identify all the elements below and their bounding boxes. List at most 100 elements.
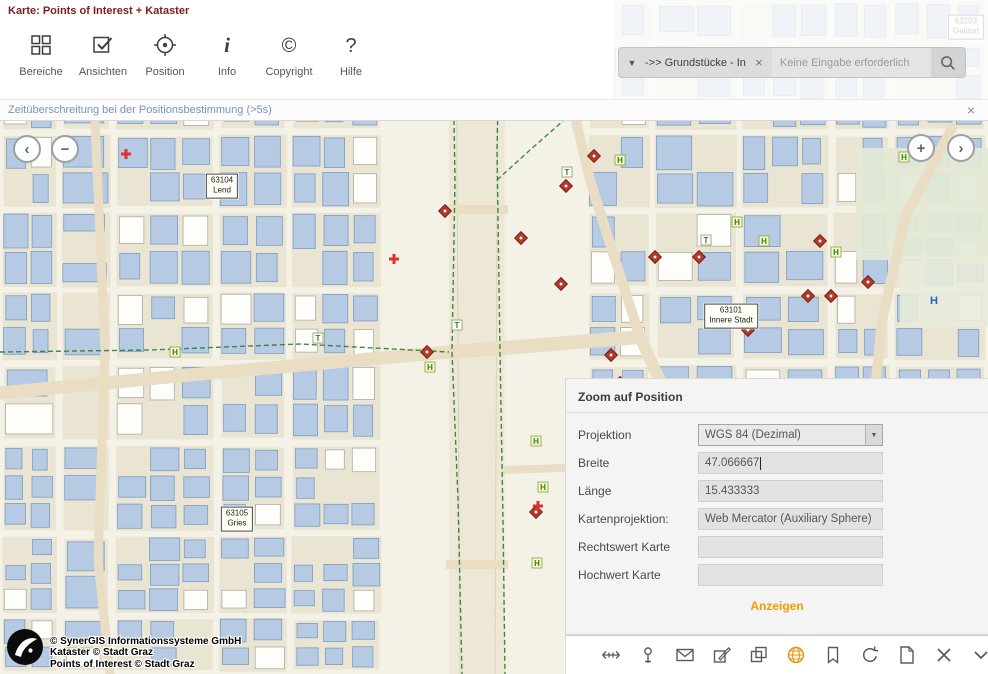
field-label: Hochwert Karte [578,568,698,582]
field-label: Länge [578,484,698,498]
titlebar: Karte: Points of Interest + Kataster [0,0,614,22]
svg-text:H: H [534,559,540,568]
target-icon [152,32,178,63]
easting-field [698,536,883,558]
search-bar: ▼ ->> Grundstücke - In × [618,47,966,78]
row-laenge: Länge 15.433333 [566,477,988,505]
svg-text:T: T [455,321,460,330]
svg-text:H: H [901,153,907,162]
svg-text:i: i [224,33,230,57]
collapse-icon[interactable] [970,644,988,666]
toolbar-label: Ansichten [79,66,127,78]
district-code: 63105 [226,509,248,519]
notification-bar: Zeitüberschreitung bei der Positionsbest… [0,99,988,121]
svg-text:H: H [833,248,839,257]
zoom-position-panel: Zoom auf Position Projektion WGS 84 (Dez… [565,378,988,635]
synergis-logo [6,628,44,671]
notification-text: Zeitüberschreitung bei der Positionsbest… [8,104,272,116]
text-cursor [760,457,761,470]
chevron-down-icon[interactable]: ▼ [865,425,882,445]
grid-icon [28,32,54,63]
toolbar-label: Position [145,66,184,78]
row-kartenprojektion: Kartenprojektion: Web Mercator (Auxiliar… [566,505,988,533]
longitude-field[interactable]: 15.433333 [698,480,883,502]
svg-text:H: H [172,348,178,357]
clear-search-icon[interactable]: × [746,55,772,70]
toolbar-button-info[interactable]: i Info [196,28,258,78]
bookmark-icon[interactable] [822,644,844,666]
field-value: 15.433333 [705,485,759,497]
district-code: 63101 [709,306,753,316]
globe-icon[interactable] [785,644,807,666]
close-icon[interactable]: × [962,102,980,118]
undo-icon[interactable] [859,644,881,666]
zoom-in-button[interactable]: + [907,134,935,162]
toolbar-label: Hilfe [340,66,362,78]
field-value: 47.066667 [705,457,759,469]
mail-icon[interactable] [674,644,696,666]
header: Karte: Points of Interest + Kataster Ber… [0,0,988,99]
northing-field [698,564,883,586]
district-label-gries: 63105 Gries [221,507,253,532]
svg-text:T: T [565,168,570,177]
svg-text:T: T [704,236,709,245]
panel-title: Zoom auf Position [566,379,988,413]
close-icon[interactable] [933,644,955,666]
row-rechtswert: Rechtswert Karte [566,533,988,561]
svg-text:H: H [930,295,938,307]
anzeigen-button[interactable]: Anzeigen [566,599,988,613]
map-projection-field: Web Mercator (Auxiliary Sphere) [698,508,883,530]
attribution-line: Points of Interest © Stadt Graz [50,659,241,671]
pan-right-button[interactable]: › [947,134,975,162]
toolbar-label: Copyright [265,66,312,78]
selected-value: WGS 84 (Dezimal) [705,429,801,441]
district-label-innere-stadt: 63101 Innere Stadt [704,304,758,329]
svg-text:H: H [734,218,740,227]
district-name: Lend [211,186,233,196]
pin-icon[interactable] [637,644,659,666]
pan-left-button[interactable]: ‹ [13,135,41,163]
magnifier-icon[interactable] [931,48,965,77]
toolbar-button-copyright[interactable]: © Copyright [258,28,320,78]
page-icon[interactable] [896,644,918,666]
toolbar-button-bereiche[interactable]: Bereiche [10,28,72,78]
toolbar-button-ansichten[interactable]: Ansichten [72,28,134,78]
svg-text:©: © [282,35,297,57]
info-icon: i [214,32,240,63]
field-label: Projektion [578,428,698,442]
latitude-field[interactable]: 47.066667 [698,452,883,474]
attribution-line: Kataster © Stadt Graz [50,647,241,659]
svg-text:H: H [540,483,546,492]
field-label: Breite [578,456,698,470]
help-icon: ? [338,32,364,63]
page-title: Karte: Points of Interest + Kataster [8,5,189,17]
svg-text:?: ? [345,35,356,57]
field-value: Web Mercator (Auxiliary Sphere) [705,513,872,525]
attribution: © SynerGIS Informationssysteme GmbH Kata… [6,628,241,671]
zoom-out-button[interactable]: − [51,135,79,163]
toolbar-label: Info [218,66,236,78]
chevron-down-icon[interactable]: ▼ [619,58,645,68]
views-icon [90,32,116,63]
toolbar-button-position[interactable]: Position [134,28,196,78]
search-category-select[interactable]: ->> Grundstücke - In [645,57,746,69]
header-right: ▼ ->> Grundstücke - In × [614,0,988,99]
district-name: Innere Stadt [709,316,753,326]
app-window: HHHHHHHTHTTHHHTH 63104 Lend 63101 Innere… [0,0,988,674]
svg-text:H: H [761,237,767,246]
svg-text:H: H [533,437,539,446]
measure-icon[interactable] [600,644,622,666]
svg-text:H: H [427,363,433,372]
projection-select[interactable]: WGS 84 (Dezimal) ▼ [698,424,883,446]
copy-icon[interactable] [748,644,770,666]
svg-text:T: T [316,334,321,343]
attribution-line: © SynerGIS Informationssysteme GmbH [50,636,241,648]
district-code: 63104 [211,176,233,186]
edit-icon[interactable] [711,644,733,666]
toolbar-button-hilfe[interactable]: ? Hilfe [320,28,382,78]
search-input[interactable] [772,48,931,77]
row-projektion: Projektion WGS 84 (Dezimal) ▼ [566,421,988,449]
field-label: Kartenprojektion: [578,512,698,526]
main-toolbar: Bereiche Ansichten Position i [0,22,614,78]
svg-text:H: H [617,156,623,165]
